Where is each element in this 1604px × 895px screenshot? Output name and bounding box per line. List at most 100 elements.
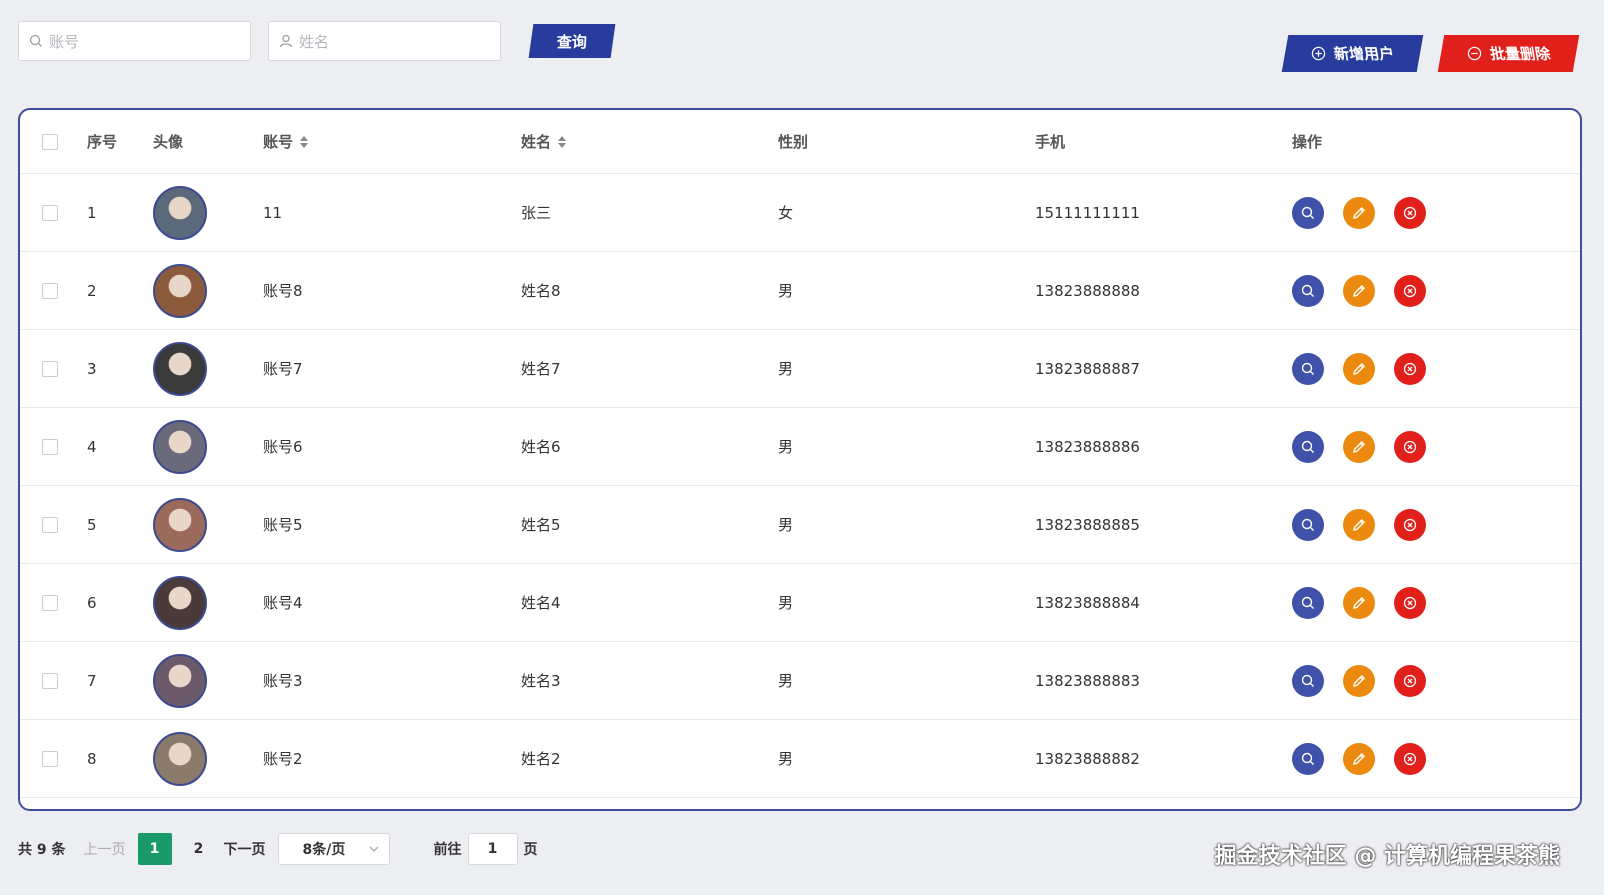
view-button[interactable] [1292,274,1324,307]
row-actions [1292,486,1426,563]
row-index: 2 [87,281,97,300]
header-avatar: 头像 [153,133,184,151]
edit-button[interactable] [1343,274,1375,307]
sort-icon[interactable] [299,135,309,149]
delete-button[interactable] [1394,274,1426,307]
edit-button[interactable] [1343,664,1375,697]
view-button[interactable] [1292,664,1324,697]
row-account: 账号8 [263,282,303,300]
table-row: 2 账号8 姓名8 男 13823888888 [20,252,1580,330]
view-button[interactable] [1292,508,1324,541]
prev-page-button[interactable]: 上一页 [84,839,126,859]
next-page-button[interactable]: 下一页 [224,839,266,859]
header-name-cell[interactable]: 姓名 [521,110,567,173]
edit-button[interactable] [1343,586,1375,619]
row-index: 7 [87,671,97,690]
delete-button[interactable] [1394,352,1426,385]
header-phone: 手机 [1035,133,1066,151]
goto-suffix: 页 [523,842,538,858]
row-checkbox[interactable] [42,282,58,299]
goto-page-input[interactable]: 1 [467,833,518,865]
edit-button[interactable] [1343,196,1375,229]
table-row: 7 账号3 姓名3 男 13823888883 [20,642,1580,720]
view-button[interactable] [1292,352,1324,385]
view-button[interactable] [1292,196,1324,229]
add-user-label: 新增用户 [1332,45,1396,63]
edit-button[interactable] [1343,508,1375,541]
minus-circle-icon [1467,46,1482,61]
edit-button[interactable] [1343,430,1375,463]
search-icon [1301,440,1314,453]
page-size-select[interactable]: 8条/页 [277,833,390,865]
pencil-icon [1353,674,1365,687]
avatar [153,575,207,630]
delete-button[interactable] [1394,664,1426,697]
delete-button[interactable] [1394,196,1426,229]
row-index: 4 [87,437,97,456]
page-1-button[interactable]: 1 [137,833,172,865]
search-icon [1301,206,1314,219]
row-phone: 13823888883 [1035,671,1140,690]
row-actions [1292,252,1426,329]
edit-button[interactable] [1343,742,1375,775]
row-actions [1292,720,1426,797]
row-checkbox[interactable] [42,438,58,455]
row-select-cell [42,642,58,719]
view-button[interactable] [1292,742,1324,775]
watermark: 掘金技术社区 @ 计算机编程果茶熊 [1214,844,1560,869]
delete-button[interactable] [1394,430,1426,463]
view-button[interactable] [1292,586,1324,619]
name-search-placeholder: 姓名 [299,32,330,51]
chevron-down-icon [369,846,378,852]
sort-icon[interactable] [557,135,567,149]
close-circle-icon [1403,596,1417,609]
row-phone: 13823888884 [1035,593,1140,612]
row-checkbox[interactable] [42,516,58,533]
select-all-cell [42,110,58,173]
row-checkbox[interactable] [42,672,58,689]
query-button[interactable]: 查询 [528,24,616,58]
delete-button[interactable] [1394,586,1426,619]
row-gender: 女 [778,204,794,222]
avatar [153,653,207,708]
row-actions [1292,330,1426,407]
row-select-cell [42,720,58,797]
row-index: 6 [87,593,97,612]
batch-delete-label: 批量删除 [1488,45,1552,63]
avatar [153,731,207,786]
row-account: 账号7 [263,360,303,378]
search-icon [1301,752,1314,765]
close-circle-icon [1403,362,1417,375]
table-row: 8 账号2 姓名2 男 13823888882 [20,720,1580,798]
row-checkbox[interactable] [42,750,58,767]
search-icon [1301,362,1314,375]
row-phone: 13823888885 [1035,515,1140,534]
row-avatar-cell [153,486,207,563]
name-search-input[interactable]: 姓名 [268,21,501,61]
row-actions [1292,408,1426,485]
row-phone: 13823888887 [1035,359,1140,378]
pencil-icon [1353,518,1365,531]
header-actions: 操作 [1292,133,1323,151]
table-row: 3 账号7 姓名7 男 13823888887 [20,330,1580,408]
pencil-icon [1353,752,1365,765]
avatar [153,341,207,396]
edit-button[interactable] [1343,352,1375,385]
row-checkbox[interactable] [42,594,58,611]
select-all-checkbox[interactable] [42,133,58,150]
add-user-button[interactable]: 新增用户 [1281,35,1424,72]
view-button[interactable] [1292,430,1324,463]
search-icon [1301,284,1314,297]
row-checkbox[interactable] [42,204,58,221]
header-account: 账号 [263,133,294,151]
batch-delete-button[interactable]: 批量删除 [1437,35,1580,72]
delete-button[interactable] [1394,742,1426,775]
row-checkbox[interactable] [42,360,58,377]
row-avatar-cell [153,408,207,485]
row-name: 姓名3 [521,672,561,690]
header-account-cell[interactable]: 账号 [263,110,309,173]
delete-button[interactable] [1394,508,1426,541]
page-2-button[interactable]: 2 [182,833,216,865]
account-search-input[interactable]: 账号 [18,21,251,61]
account-search-placeholder: 账号 [49,32,80,51]
